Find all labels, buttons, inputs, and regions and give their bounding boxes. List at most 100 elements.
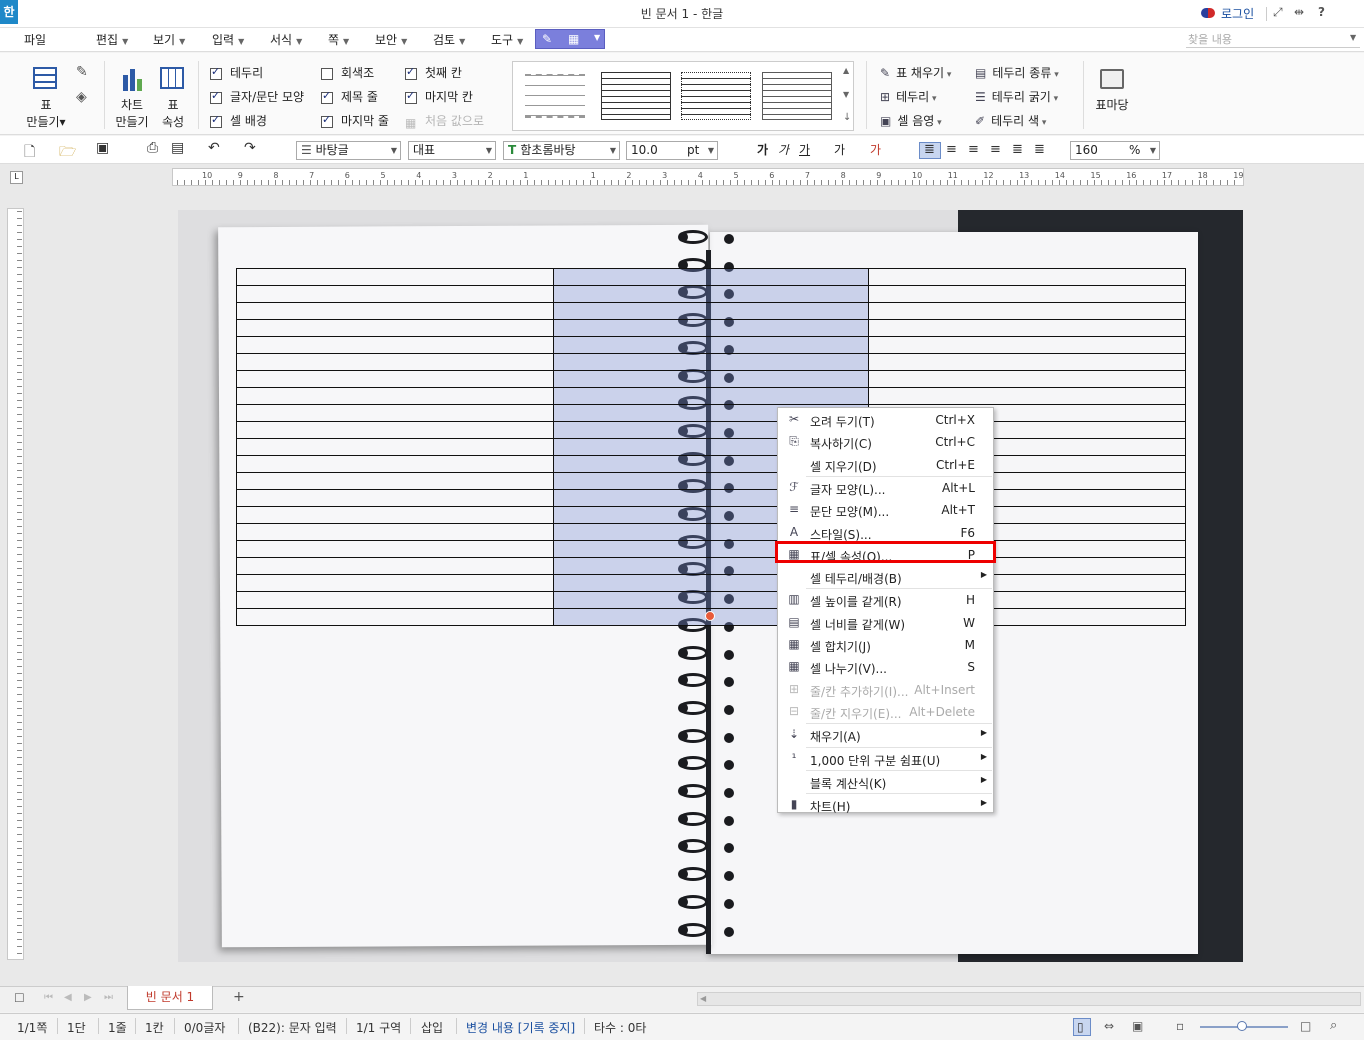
- style-select[interactable]: ☰ 바탕글 ▼: [296, 141, 401, 160]
- checkbox-box[interactable]: [405, 89, 417, 104]
- table-cell[interactable]: [868, 370, 1186, 388]
- chart-make-button[interactable]: 차트 만들기: [112, 96, 152, 130]
- table-cell[interactable]: [236, 540, 554, 558]
- option-checkbox[interactable]: 첫째 칸: [405, 64, 462, 81]
- zoom-in-icon[interactable]: □: [1300, 1019, 1311, 1033]
- table-cell[interactable]: [236, 472, 554, 490]
- table-cell[interactable]: [236, 370, 554, 388]
- option-checkbox[interactable]: 제목 줄: [321, 88, 378, 105]
- table-cell[interactable]: [236, 353, 554, 371]
- table-cell[interactable]: [236, 455, 554, 473]
- font-size-select[interactable]: 10.0 pt ▼: [626, 141, 718, 160]
- underline-button[interactable]: 가: [799, 141, 810, 158]
- table-style-thumb[interactable]: [525, 74, 585, 118]
- ribbon-command[interactable]: ☰ 테두리 굵기 ▾: [975, 88, 1058, 105]
- eraser-icon[interactable]: ◈: [76, 89, 87, 105]
- context-menu-item[interactable]: ≡ 문단 모양(M)... Alt+T: [778, 499, 993, 521]
- font-select[interactable]: T 함초롬바탕 ▼: [503, 141, 620, 160]
- chevron-down-icon[interactable]: ▾: [1051, 94, 1059, 104]
- table-cell[interactable]: [868, 319, 1186, 337]
- zoom-select[interactable]: 160% ▼: [1070, 141, 1160, 160]
- table-cell[interactable]: [868, 387, 1186, 405]
- chevron-down-icon[interactable]: ▾: [944, 70, 952, 80]
- edit-mode-icon[interactable]: ✎: [542, 32, 552, 46]
- table-cell[interactable]: [552, 285, 870, 303]
- context-menu-item[interactable]: ▦ 셀 나누기(V)... S: [778, 656, 993, 678]
- fullscreen-icon[interactable]: ⤢: [1273, 5, 1283, 20]
- ribbon-command[interactable]: ▤ 테두리 종류 ▾: [975, 64, 1059, 81]
- bold-button[interactable]: 가: [757, 141, 768, 158]
- checkbox-box[interactable]: [210, 89, 222, 104]
- table-cell[interactable]: [236, 557, 554, 575]
- table-cell[interactable]: [236, 285, 554, 303]
- table-cell[interactable]: [868, 268, 1186, 286]
- view-mode-toggle[interactable]: ✎ ▦ ▼: [535, 29, 605, 49]
- checkbox-box[interactable]: [210, 65, 222, 80]
- context-menu-item[interactable]: 셀 지우기(D) Ctrl+E: [778, 454, 993, 476]
- table-style-thumb[interactable]: [762, 72, 832, 120]
- table-cell[interactable]: [236, 387, 554, 405]
- ribbon-command[interactable]: ▣ 셀 음영 ▾: [880, 112, 942, 129]
- menu-item[interactable]: 쪽 ▼: [328, 31, 349, 48]
- table-cell[interactable]: [236, 608, 554, 626]
- menu-item[interactable]: 서식 ▼: [270, 31, 302, 48]
- gallery-down-icon[interactable]: ▼: [843, 90, 849, 99]
- tab-next-icon[interactable]: ▶: [84, 992, 92, 1003]
- checkbox-box[interactable]: [321, 89, 333, 104]
- draw-table-icon[interactable]: ✎: [76, 64, 88, 80]
- font-color-icon[interactable]: 가: [870, 141, 881, 158]
- context-menu-item[interactable]: ▥ 셀 높이를 같게(R) H: [778, 589, 993, 611]
- language-select[interactable]: 대표 ▼: [408, 141, 496, 160]
- menu-item[interactable]: 도구 ▼: [491, 31, 523, 48]
- chevron-down-icon[interactable]: ▼: [1350, 33, 1356, 42]
- italic-button[interactable]: 가: [778, 141, 789, 158]
- table-cell[interactable]: [236, 591, 554, 609]
- ribbon-command[interactable]: ✎ 표 채우기 ▾: [880, 64, 951, 81]
- context-menu-item[interactable]: ▦ 셀 합치기(J) M: [778, 634, 993, 656]
- checkbox-box[interactable]: ▦: [405, 116, 417, 130]
- pin-icon[interactable]: ⇹: [1294, 5, 1304, 19]
- menu-item[interactable]: 입력 ▼: [212, 31, 244, 48]
- checkbox-box[interactable]: [405, 65, 417, 80]
- context-menu-item[interactable]: ✂ 오려 두기(T) Ctrl+X: [778, 409, 993, 431]
- align-left-icon[interactable]: ≡: [946, 142, 957, 157]
- status-section[interactable]: 1/1 구역: [356, 1019, 401, 1036]
- table-cell[interactable]: [868, 353, 1186, 371]
- document-table[interactable]: [236, 268, 1186, 626]
- table-cell[interactable]: [236, 319, 554, 337]
- menu-item[interactable]: 편집 ▼: [96, 31, 128, 48]
- option-checkbox[interactable]: 글자/문단 모양: [210, 88, 304, 105]
- option-checkbox[interactable]: 셀 배경: [210, 112, 267, 129]
- checkbox-box[interactable]: [321, 113, 333, 128]
- table-cell[interactable]: [552, 336, 870, 354]
- status-track-changes[interactable]: 변경 내용 [기록 중지]: [466, 1019, 575, 1036]
- table-cell[interactable]: [236, 302, 554, 320]
- open-folder-icon[interactable]: 🗁: [59, 141, 76, 165]
- align-right-icon[interactable]: ≡: [990, 142, 1001, 157]
- table-wizard-icon[interactable]: [1100, 69, 1124, 89]
- context-menu-item[interactable]: ¹ 1,000 단위 구분 쉼표(U) ▶: [778, 748, 993, 770]
- table-cell[interactable]: [236, 421, 554, 439]
- checkbox-box[interactable]: [210, 113, 222, 128]
- redo-icon[interactable]: ↷: [244, 140, 256, 156]
- table-style-thumb[interactable]: [681, 72, 751, 120]
- divide-icon[interactable]: ≣: [1034, 142, 1045, 157]
- context-menu-item[interactable]: ⇣ 채우기(A) ▶: [778, 724, 993, 746]
- tab-first-icon[interactable]: ⏮: [44, 992, 53, 1003]
- table-cell[interactable]: [552, 319, 870, 337]
- context-menu-item[interactable]: ▤ 셀 너비를 같게(W) W: [778, 612, 993, 634]
- chevron-down-icon[interactable]: ▾: [1039, 118, 1047, 128]
- add-tab-button[interactable]: +: [233, 989, 245, 1005]
- chevron-down-icon[interactable]: ▾: [929, 94, 937, 104]
- save-icon[interactable]: ▣: [96, 140, 109, 156]
- account-icon[interactable]: [1201, 8, 1215, 18]
- help-icon[interactable]: ?: [1318, 5, 1325, 19]
- context-menu-item[interactable]: 셀 테두리/배경(B) ▶: [778, 566, 993, 588]
- table-cell[interactable]: [552, 302, 870, 320]
- align-center-icon[interactable]: ≡: [968, 142, 979, 157]
- option-checkbox[interactable]: 마지막 칸: [405, 88, 473, 105]
- table-make-button[interactable]: 표 만들기▾: [24, 96, 68, 130]
- gallery-up-icon[interactable]: ▲: [843, 66, 849, 75]
- context-menu-item[interactable]: ⎘ 복사하기(C) Ctrl+C: [778, 431, 993, 453]
- table-cell[interactable]: [868, 285, 1186, 303]
